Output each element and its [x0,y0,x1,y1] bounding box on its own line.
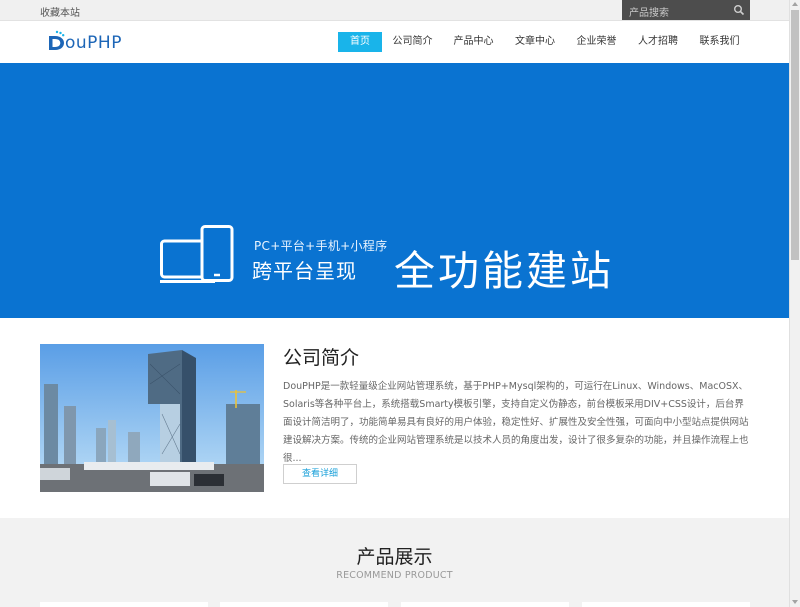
about-section: 公司简介 DouPHP是一款轻量级企业网站管理系统，基于PHP+Mysql架构的… [0,318,789,518]
vertical-scrollbar[interactable] [789,0,800,607]
nav-item-products[interactable]: 产品中心 [443,32,504,52]
products-title: 产品展示 [356,546,433,568]
banner-subtitle: PC+平台+手机+小程序 [254,239,388,253]
scroll-down-arrow-icon[interactable] [792,600,798,604]
search-input[interactable]: 产品搜索 [629,4,669,19]
devices-icon [160,225,234,283]
products-section: 产品展示 RECOMMEND PRODUCT [0,518,789,607]
nav-item-honors[interactable]: 企业荣誉 [566,32,627,52]
about-title: 公司简介 [283,347,360,369]
search-box[interactable]: 产品搜索 [622,0,750,20]
product-card[interactable] [220,602,388,607]
main-nav: 首页 公司简介 产品中心 文章中心 企业荣誉 人才招聘 联系我们 [338,32,750,52]
page: 收藏本站 产品搜索 ouPHP 首页 公司简介 产品中心 文章中心 企业荣誉 人… [0,0,789,607]
nav-item-jobs[interactable]: 人才招聘 [627,32,689,52]
nav-item-home[interactable]: 首页 [338,32,382,52]
hero-banner[interactable]: PC+平台+手机+小程序 跨平台呈现 全功能建站 [0,63,789,318]
banner-headline: 全功能建站 [394,247,614,295]
logo-text: ouPHP [65,33,122,53]
company-building-photo [40,344,264,492]
top-bar: 收藏本站 产品搜索 [0,0,789,21]
products-subtitle: RECOMMEND PRODUCT [336,570,453,581]
search-icon[interactable] [733,4,745,16]
header: ouPHP 首页 公司简介 产品中心 文章中心 企业荣誉 人才招聘 联系我们 [0,21,789,63]
nav-item-contact[interactable]: 联系我们 [689,32,750,52]
nav-item-articles[interactable]: 文章中心 [504,32,566,52]
banner-tagline: 跨平台呈现 [252,259,357,283]
product-card[interactable] [401,602,569,607]
view-details-button[interactable]: 查看详细 [283,464,357,484]
logo-d-icon [49,30,65,50]
product-card[interactable] [582,602,750,607]
scrollbar-thumb[interactable] [791,10,799,260]
nav-item-about[interactable]: 公司简介 [382,32,443,52]
about-description: DouPHP是一款轻量级企业网站管理系统，基于PHP+Mysql架构的，可运行在… [283,381,749,464]
favorite-site-link[interactable]: 收藏本站 [40,4,80,19]
product-card[interactable] [40,602,208,607]
scroll-up-arrow-icon[interactable] [792,2,798,6]
